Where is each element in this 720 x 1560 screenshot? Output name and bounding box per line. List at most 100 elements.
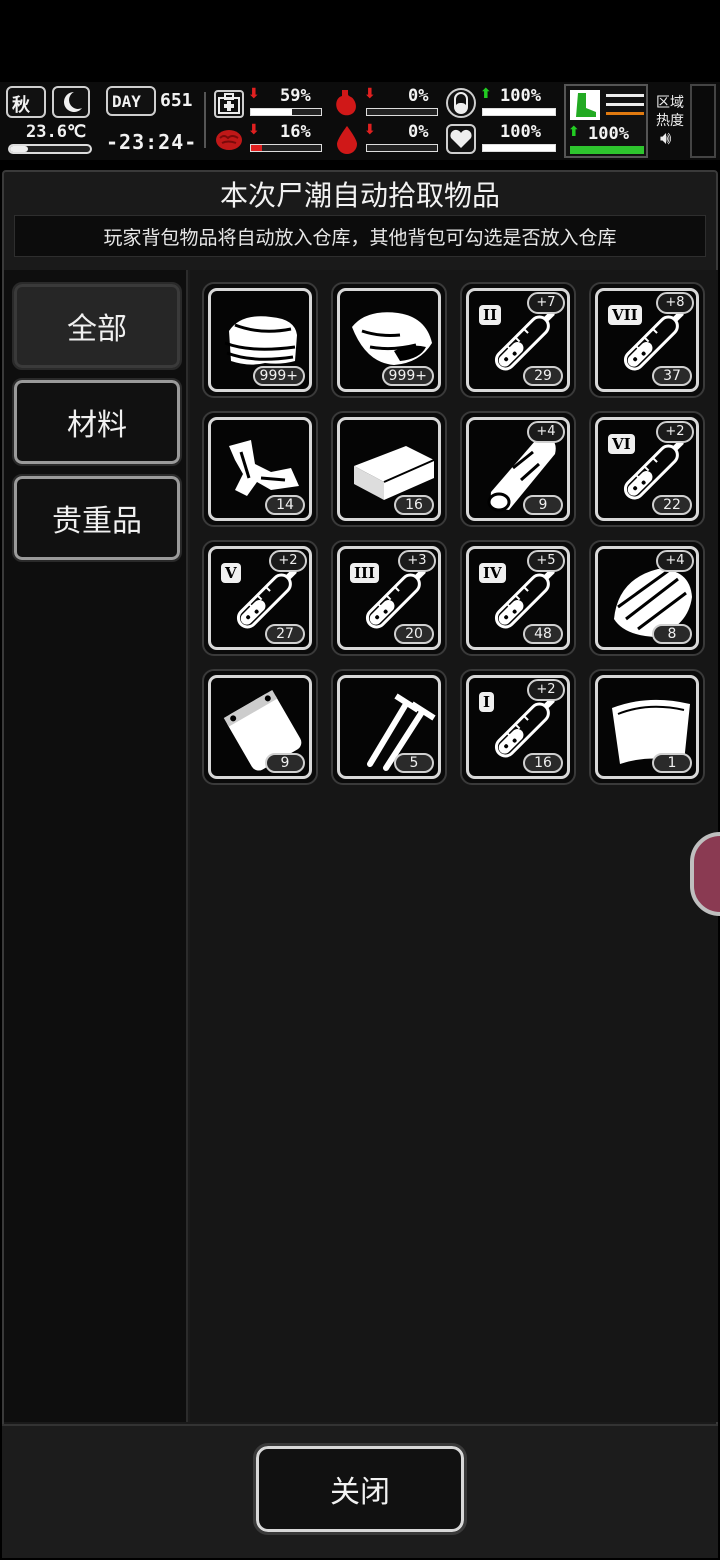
- tab-materials[interactable]: 材料: [12, 378, 182, 466]
- item-slot[interactable]: +4 8: [589, 540, 705, 656]
- tab-all[interactable]: 全部: [12, 282, 182, 370]
- speaker-icon[interactable]: 🔊︎: [660, 128, 671, 149]
- item-slot[interactable]: III +3 20: [331, 540, 447, 656]
- medicine-trend-arrow: ⬆: [480, 86, 492, 102]
- brain-icon: [214, 126, 244, 154]
- tab-valuables-label: 贵重品: [52, 504, 142, 539]
- item-count: 29: [523, 366, 563, 386]
- item-slot[interactable]: VII +8 37: [589, 282, 705, 398]
- thirst-value: 0%: [408, 122, 429, 142]
- item-slot[interactable]: 999+: [202, 282, 318, 398]
- item-frame: IV +5 48: [466, 546, 570, 650]
- day-number: 651: [160, 90, 193, 111]
- item-slot[interactable]: 16: [331, 411, 447, 527]
- item-frame: I +2 16: [466, 675, 570, 779]
- item-tier-badge: I: [479, 692, 495, 712]
- stomach-icon: [330, 88, 362, 118]
- mood-bar: [482, 144, 556, 152]
- item-frame: 9: [208, 675, 312, 779]
- item-count: 20: [394, 624, 434, 644]
- item-count: 22: [652, 495, 692, 515]
- item-slot[interactable]: 999+: [331, 282, 447, 398]
- item-count: 48: [523, 624, 563, 644]
- item-frame: 16: [337, 417, 441, 521]
- blood-drop-icon: [334, 124, 360, 154]
- hunger-bar: [366, 108, 438, 116]
- close-button-label: 关闭: [330, 1475, 390, 1510]
- category-sidebar: 全部 材料 贵重品: [4, 270, 188, 1422]
- item-tier-badge: II: [479, 305, 502, 325]
- dialog-title: 本次尸潮自动拾取物品: [219, 179, 500, 212]
- brain-bar: [250, 144, 322, 152]
- item-frame: +4 9: [466, 417, 570, 521]
- item-slot[interactable]: IV +5 48: [460, 540, 576, 656]
- item-count: 999+: [381, 366, 434, 386]
- health-bar: [250, 108, 322, 116]
- thirst-bar: [366, 144, 438, 152]
- stamina-value: 100%: [588, 124, 629, 144]
- item-count: 8: [652, 624, 692, 644]
- game-screen: 秋 23.6℃ DAY 651 -23:24- ⬇ 59% ⬇ 0% ⬆ 100…: [0, 0, 720, 1560]
- item-count: 14: [265, 495, 305, 515]
- item-count: 1: [652, 753, 692, 773]
- item-grid: 999+ 999+ II +7 29 VII +8 37 14 16 +4 9 VI +2 22 V +2 27 I…: [190, 270, 718, 1422]
- dialog-subtitle: 玩家背包物品将自动放入仓库，其他背包可勾选是否放入仓库: [14, 215, 706, 257]
- item-bonus-badge: +4: [527, 421, 565, 443]
- item-slot[interactable]: VI +2 22: [589, 411, 705, 527]
- item-slot[interactable]: 9: [202, 669, 318, 785]
- item-frame: VI +2 22: [595, 417, 699, 521]
- item-slot[interactable]: I +2 16: [460, 669, 576, 785]
- stamina-line: [606, 94, 644, 97]
- item-count: 9: [265, 753, 305, 773]
- item-frame: II +7 29: [466, 288, 570, 392]
- day-badge: DAY: [106, 86, 156, 116]
- item-slot[interactable]: 5: [331, 669, 447, 785]
- item-frame: V +2 27: [208, 546, 312, 650]
- item-tier-badge: VII: [608, 305, 642, 325]
- item-frame: 999+: [208, 288, 312, 392]
- tab-valuables[interactable]: 贵重品: [12, 474, 182, 562]
- item-count: 16: [523, 753, 563, 773]
- item-count: 999+: [252, 366, 305, 386]
- dialog-subtitle-text: 玩家背包物品将自动放入仓库，其他背包可勾选是否放入仓库: [103, 226, 617, 249]
- close-button[interactable]: 关闭: [253, 1443, 467, 1535]
- brain-value: 16%: [280, 122, 311, 142]
- heat-label: 热度: [656, 113, 684, 129]
- item-slot[interactable]: V +2 27: [202, 540, 318, 656]
- item-slot[interactable]: +4 9: [460, 411, 576, 527]
- item-bonus-badge: +4: [656, 550, 694, 572]
- item-frame: +4 8: [595, 546, 699, 650]
- item-bonus-badge: +8: [656, 292, 694, 314]
- item-frame: 5: [337, 675, 441, 779]
- stamina-line: [606, 103, 644, 106]
- item-count: 5: [394, 753, 434, 773]
- item-count: 27: [265, 624, 305, 644]
- pill-icon: [446, 88, 476, 118]
- medicine-value: 100%: [500, 86, 541, 106]
- season-label: 秋: [12, 95, 30, 116]
- item-slot[interactable]: II +7 29: [460, 282, 576, 398]
- moon-icon: [52, 86, 90, 118]
- item-count: 16: [394, 495, 434, 515]
- item-bonus-badge: +2: [656, 421, 694, 443]
- item-frame: III +3 20: [337, 546, 441, 650]
- item-slot[interactable]: 1: [589, 669, 705, 785]
- item-frame: 14: [208, 417, 312, 521]
- stamina-bar: [570, 146, 644, 154]
- item-bonus-badge: +3: [398, 550, 436, 572]
- item-slot[interactable]: 14: [202, 411, 318, 527]
- item-frame: VII +8 37: [595, 288, 699, 392]
- zone-label: 区域: [656, 95, 684, 111]
- item-tier-badge: VI: [608, 434, 635, 454]
- item-count: 37: [652, 366, 692, 386]
- day-label: DAY: [112, 92, 141, 111]
- item-tier-badge: IV: [479, 563, 506, 583]
- item-count: 9: [523, 495, 563, 515]
- divider: [204, 92, 206, 148]
- stamina-trend-arrow: ⬆: [568, 124, 580, 140]
- status-bar: 秋 23.6℃ DAY 651 -23:24- ⬇ 59% ⬇ 0% ⬆ 100…: [0, 82, 720, 160]
- item-tier-badge: III: [350, 563, 380, 583]
- health-value: 59%: [280, 86, 311, 106]
- brain-trend-arrow: ⬇: [248, 122, 260, 138]
- item-bonus-badge: +7: [527, 292, 565, 314]
